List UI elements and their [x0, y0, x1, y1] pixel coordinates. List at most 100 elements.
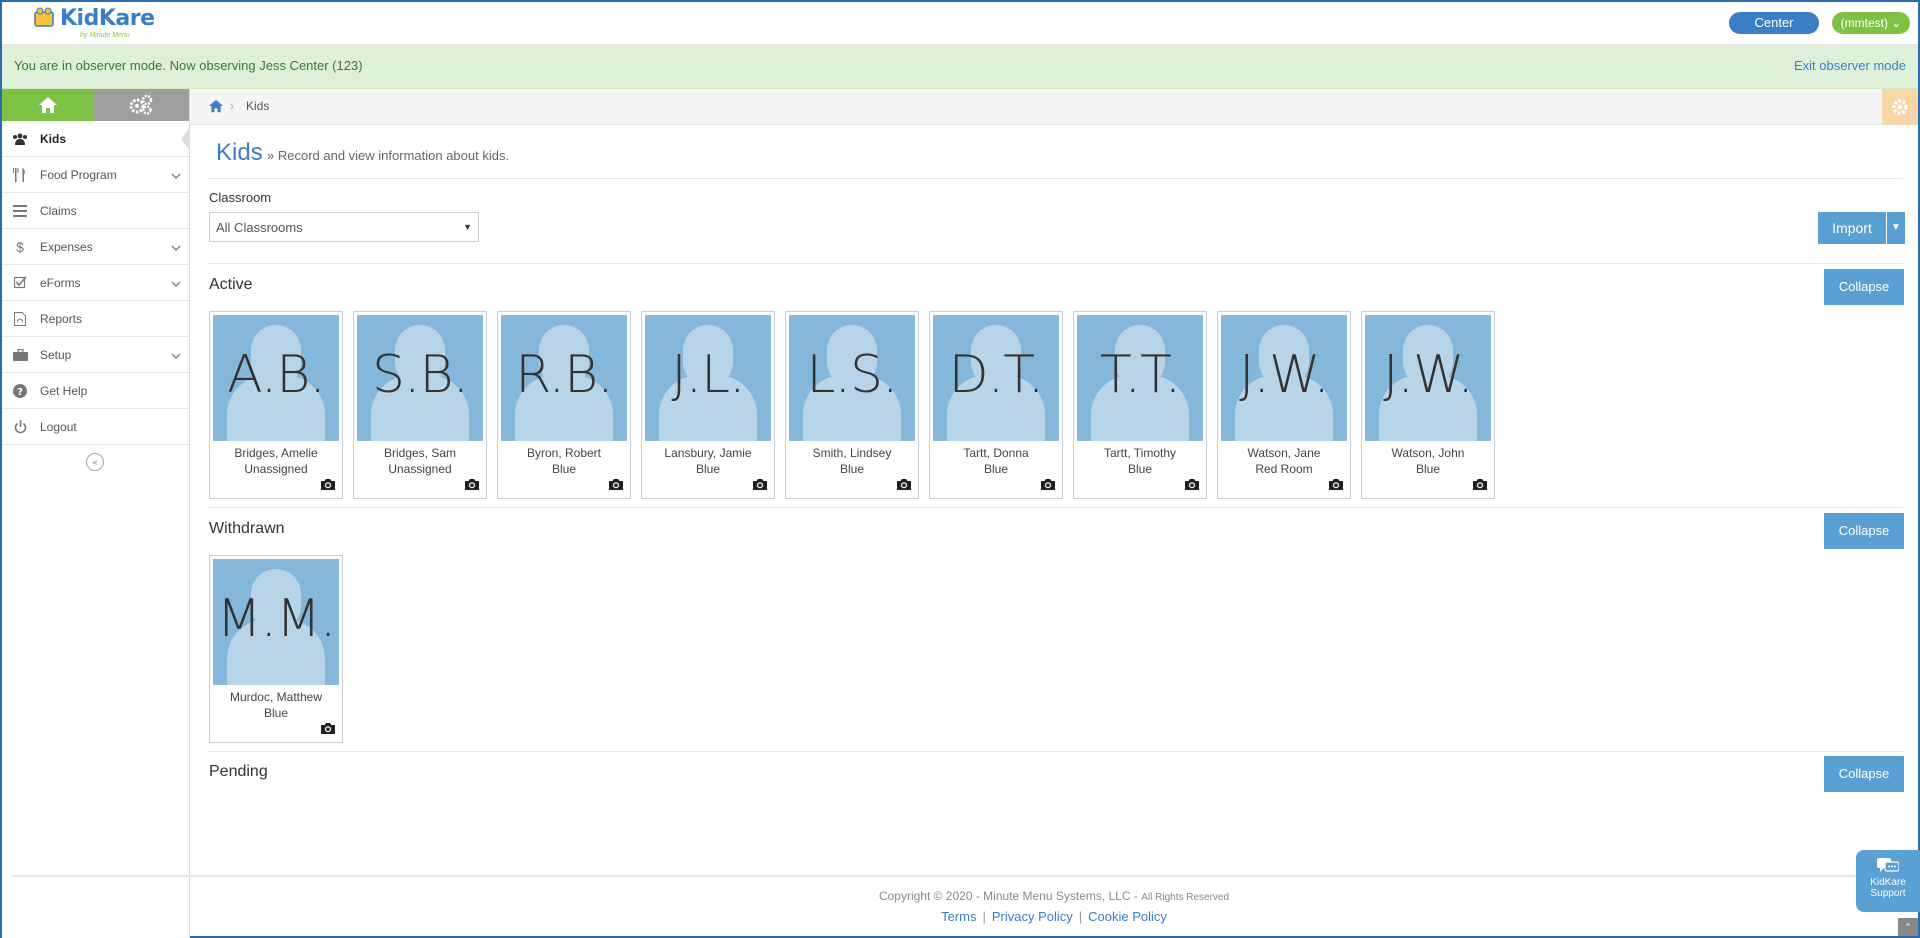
logo-mark-icon	[34, 7, 54, 27]
sidebar-item-food-program[interactable]: Food Program	[2, 157, 189, 193]
camera-icon[interactable]	[464, 478, 480, 494]
observer-banner: You are in observer mode. Now observing …	[2, 45, 1918, 89]
kid-card[interactable]: M.M. Murdoc, Matthew Blue	[209, 555, 343, 743]
question-icon: ?	[12, 383, 28, 399]
sidebar-item-claims[interactable]: Claims	[2, 193, 189, 229]
breadcrumb-current: Kids	[246, 99, 270, 113]
kid-card[interactable]: T.T. Tartt, Timothy Blue	[1073, 311, 1207, 499]
user-menu-button[interactable]: (mmtest) ⌄	[1832, 12, 1910, 34]
kid-name[interactable]: Murdoc, Matthew	[210, 690, 342, 704]
collapse-pending-button[interactable]: Collapse	[1824, 756, 1904, 792]
sidebar-item-expenses[interactable]: $ Expenses	[2, 229, 189, 265]
kid-initials: T.T.	[1099, 345, 1181, 405]
caret-down-icon: ▼	[1891, 222, 1901, 233]
kidkare-support-button[interactable]: KidKare Support	[1856, 850, 1920, 912]
sidebar-item-logout[interactable]: Logout	[2, 409, 189, 445]
page-settings-button[interactable]	[1882, 89, 1918, 125]
pdf-file-icon	[12, 311, 28, 327]
kid-name[interactable]: Byron, Robert	[498, 446, 630, 460]
cookie-policy-link[interactable]: Cookie Policy	[1088, 909, 1167, 924]
collapse-withdrawn-button[interactable]: Collapse	[1824, 513, 1904, 549]
import-dropdown-button[interactable]: ▼	[1887, 212, 1905, 244]
double-chevron-up-icon: ⌃	[1904, 922, 1912, 932]
privacy-policy-link[interactable]: Privacy Policy	[992, 909, 1073, 924]
center-button[interactable]: Center	[1729, 12, 1819, 34]
home-icon	[38, 97, 57, 113]
rights-text: All Rights Reserved	[1141, 892, 1230, 903]
collapse-sidebar-icon[interactable]: «	[86, 453, 104, 471]
dropdown-caret-icon: ▼	[463, 222, 472, 232]
camera-icon[interactable]	[1328, 478, 1344, 494]
avatar[interactable]: M.M.	[213, 559, 339, 685]
avatar[interactable]: T.T.	[1077, 315, 1203, 441]
avatar[interactable]: R.B.	[501, 315, 627, 441]
kid-card[interactable]: J.W. Watson, John Blue	[1361, 311, 1495, 499]
avatar[interactable]: S.B.	[357, 315, 483, 441]
camera-icon[interactable]	[1040, 478, 1056, 494]
avatar[interactable]: A.B.	[213, 315, 339, 441]
kid-classroom: Blue	[695, 462, 721, 476]
avatar[interactable]: J.W.	[1365, 315, 1491, 441]
kid-card[interactable]: S.B. Bridges, Sam Unassigned	[353, 311, 487, 499]
avatar[interactable]: J.L.	[645, 315, 771, 441]
sidebar-item-get-help[interactable]: ? Get Help	[2, 373, 189, 409]
kid-name[interactable]: Smith, Lindsey	[786, 446, 918, 460]
kid-name[interactable]: Tartt, Timothy	[1074, 446, 1206, 460]
camera-icon[interactable]	[1184, 478, 1200, 494]
kid-classroom: Blue	[983, 462, 1009, 476]
terms-link[interactable]: Terms	[941, 909, 976, 924]
chevron-down-icon	[171, 276, 181, 290]
collapse-active-button[interactable]: Collapse	[1824, 269, 1904, 305]
classroom-select[interactable]: All Classrooms ▼	[209, 212, 479, 242]
avatar[interactable]: L.S.	[789, 315, 915, 441]
avatar[interactable]: J.W.	[1221, 315, 1347, 441]
sidebar-item-eforms[interactable]: eForms	[2, 265, 189, 301]
section-title-withdrawn: Withdrawn	[209, 520, 285, 537]
home-icon[interactable]	[208, 99, 224, 116]
footer-links: Terms | Privacy Policy | Cookie Policy	[190, 909, 1918, 924]
kid-name[interactable]: Watson, John	[1362, 446, 1494, 460]
kid-card[interactable]: J.W. Watson, Jane Red Room	[1217, 311, 1351, 499]
exit-observer-link[interactable]: Exit observer mode	[1794, 58, 1906, 73]
kid-classroom: Unassigned	[244, 462, 308, 476]
support-label-line1: KidKare	[1870, 877, 1906, 888]
kid-classroom: Blue	[839, 462, 865, 476]
kid-name[interactable]: Lansbury, Jamie	[642, 446, 774, 460]
camera-icon[interactable]	[320, 722, 336, 738]
kid-name[interactable]: Watson, Jane	[1218, 446, 1350, 460]
dollar-icon: $	[16, 238, 24, 255]
camera-icon[interactable]	[896, 478, 912, 494]
kid-name[interactable]: Tartt, Donna	[930, 446, 1062, 460]
avatar[interactable]: D.T.	[933, 315, 1059, 441]
kid-initials: L.S.	[806, 345, 898, 405]
sidebar: Kids Food Program Claims $ Expenses eFor…	[2, 89, 190, 938]
users-icon	[12, 131, 28, 147]
camera-icon[interactable]	[608, 478, 624, 494]
home-tab[interactable]	[2, 89, 94, 121]
import-button[interactable]: Import	[1818, 212, 1886, 244]
footer-copyright: Copyright © 2020 - Minute Menu Systems, …	[190, 889, 1918, 903]
kid-card[interactable]: R.B. Byron, Robert Blue	[497, 311, 631, 499]
sidebar-item-reports[interactable]: Reports	[2, 301, 189, 337]
sidebar-item-label: Logout	[40, 419, 77, 434]
kid-card[interactable]: D.T. Tartt, Donna Blue	[929, 311, 1063, 499]
page-title: Kids	[216, 139, 263, 166]
kidkare-logo[interactable]: KidKare by Minute Menu	[32, 6, 155, 40]
top-header: KidKare by Minute Menu Center (mmtest) ⌄	[2, 2, 1918, 45]
scroll-to-top-button[interactable]: ⌃	[1898, 918, 1918, 936]
kid-card[interactable]: A.B. Bridges, Amelie Unassigned	[209, 311, 343, 499]
kid-card[interactable]: J.L. Lansbury, Jamie Blue	[641, 311, 775, 499]
kid-name[interactable]: Bridges, Sam	[354, 446, 486, 460]
sidebar-item-kids[interactable]: Kids	[2, 121, 190, 157]
settings-tab[interactable]	[93, 89, 189, 121]
camera-icon[interactable]	[1472, 478, 1488, 494]
camera-icon[interactable]	[752, 478, 768, 494]
sidebar-item-label: Kids	[40, 131, 67, 146]
camera-icon[interactable]	[320, 478, 336, 494]
kid-card[interactable]: L.S. Smith, Lindsey Blue	[785, 311, 919, 499]
kid-name[interactable]: Bridges, Amelie	[210, 446, 342, 460]
breadcrumb-separator: ›	[230, 99, 234, 113]
copyright-text: Copyright © 2020 - Minute Menu Systems, …	[878, 889, 1138, 903]
kid-classroom: Blue	[263, 706, 289, 720]
sidebar-item-setup[interactable]: Setup	[2, 337, 189, 373]
